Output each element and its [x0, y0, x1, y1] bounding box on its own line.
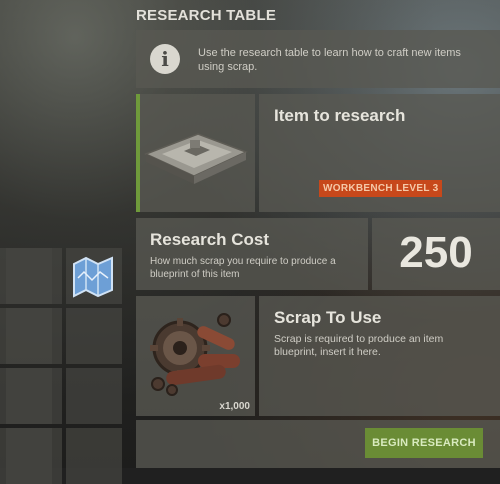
item-panel: Item to research WORKBENCH LEVEL 3	[259, 94, 500, 212]
scrap-description: Scrap is required to produce an item blu…	[274, 333, 444, 358]
research-item-slot[interactable]	[136, 94, 255, 212]
info-text: Use the research table to learn how to c…	[198, 47, 461, 73]
inventory-slot[interactable]	[6, 308, 62, 364]
inventory-slot[interactable]	[66, 308, 122, 364]
scrap-slot[interactable]: x1,000	[136, 296, 255, 416]
scrap-heading: Scrap To Use	[274, 308, 382, 327]
cost-heading: Research Cost	[150, 230, 270, 249]
cost-value-panel: 250	[372, 218, 500, 290]
inventory-slot[interactable]	[66, 368, 122, 424]
research-cost-panel: Research Cost How much scrap you require…	[136, 218, 368, 290]
window-title: RESEARCH TABLE	[136, 7, 277, 24]
blueprint-map-icon	[73, 256, 113, 298]
inventory-slot[interactable]	[66, 248, 122, 304]
inventory-slot[interactable]	[6, 368, 62, 424]
scrap-panel: Scrap To Use Scrap is required to produc…	[259, 296, 500, 416]
inventory-slot[interactable]	[66, 428, 122, 484]
scrap-quantity: x1,000	[219, 401, 250, 412]
begin-research-button[interactable]: BEGIN RESEARCH	[365, 428, 483, 458]
item-heading: Item to research	[274, 106, 406, 125]
inventory-slot[interactable]	[6, 248, 62, 304]
inventory-slot[interactable]	[6, 428, 62, 484]
workbench-level-badge: WORKBENCH LEVEL 3	[319, 180, 443, 197]
info-panel: i Use the research table to learn how to…	[136, 30, 500, 88]
workbench-item-icon	[144, 133, 248, 184]
scrap-pile-icon	[150, 313, 240, 396]
cost-description: How much scrap you require to produce a …	[150, 256, 336, 280]
info-icon: i	[150, 44, 180, 74]
cost-value: 250	[399, 228, 473, 277]
